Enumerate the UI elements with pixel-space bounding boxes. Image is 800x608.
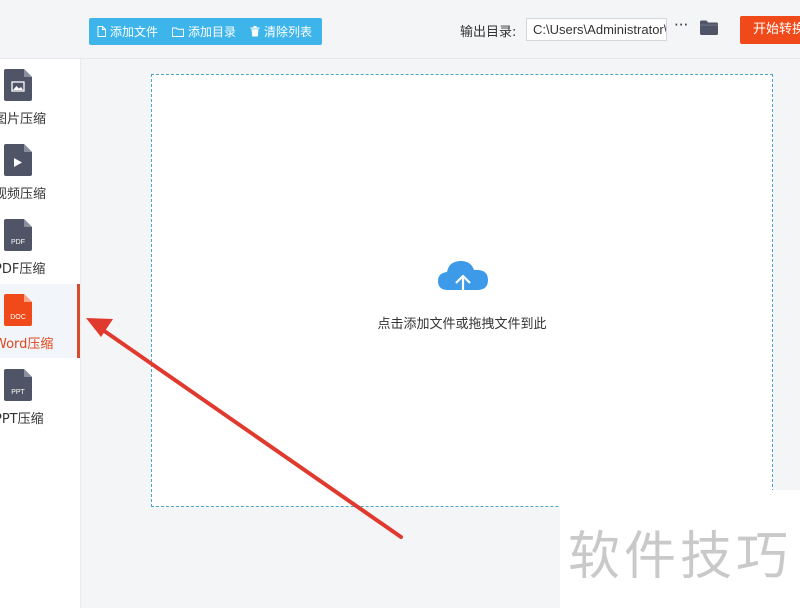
- add-file-button[interactable]: 添加文件: [97, 23, 158, 40]
- file-icon: [97, 26, 106, 37]
- sidebar: 图片压缩 视频压缩 PDF PDF压缩 DOC Word压缩 PPT: [0, 59, 80, 608]
- folder-icon: [700, 20, 718, 35]
- sidebar-item-pdf-compress[interactable]: PDF PDF压缩: [0, 209, 80, 283]
- file-toolbar: 添加文件 添加目录 清除列表: [89, 18, 322, 45]
- drop-hint-text: 点击添加文件或拖拽文件到此: [377, 317, 547, 332]
- sidebar-item-video-compress[interactable]: 视频压缩: [0, 134, 80, 208]
- doc-icon-text: DOC: [10, 314, 26, 321]
- sidebar-item-image-compress[interactable]: 图片压缩: [0, 59, 80, 133]
- output-dir-input[interactable]: C:\Users\Administrator\: [526, 18, 667, 41]
- folder-outline-icon: [172, 27, 185, 37]
- start-convert-button[interactable]: 开始转换: [740, 16, 800, 44]
- ppt-file-icon: PPT: [4, 369, 32, 401]
- output-dir-label: 输出目录:: [460, 25, 517, 40]
- open-folder-button[interactable]: [700, 20, 718, 39]
- add-folder-label: 添加目录: [188, 25, 237, 39]
- sidebar-item-label: Word压缩: [0, 337, 54, 352]
- sidebar-item-ppt-compress[interactable]: PPT PPT压缩: [0, 359, 80, 433]
- more-options-button[interactable]: ···: [674, 16, 688, 34]
- clear-list-label: 清除列表: [264, 25, 313, 39]
- video-file-icon: [4, 144, 32, 176]
- sidebar-item-label: 视频压缩: [0, 187, 47, 202]
- sidebar-item-label: PDF压缩: [0, 262, 46, 277]
- trash-icon: [250, 26, 260, 37]
- file-drop-zone[interactable]: 点击添加文件或拖拽文件到此: [151, 74, 773, 507]
- sidebar-item-label: 图片压缩: [0, 112, 47, 127]
- pdf-icon-text: PDF: [11, 239, 25, 246]
- pdf-file-icon: PDF: [4, 219, 32, 251]
- sidebar-item-word-compress[interactable]: DOC Word压缩: [0, 284, 80, 358]
- add-folder-button[interactable]: 添加目录: [172, 23, 236, 40]
- ppt-icon-text: PPT: [11, 389, 25, 396]
- add-file-label: 添加文件: [110, 25, 159, 39]
- sidebar-item-label: PPT压缩: [0, 412, 44, 427]
- image-file-icon: [4, 69, 32, 101]
- doc-file-icon: DOC: [4, 294, 32, 326]
- top-bar: 添加文件 添加目录 清除列表 输出目录: C:\Users\Administra…: [0, 0, 800, 59]
- cloud-upload-icon: [438, 261, 488, 299]
- clear-list-button[interactable]: 清除列表: [250, 23, 312, 40]
- watermark-text: 软件技巧: [568, 527, 793, 587]
- watermark: 软件技巧: [560, 490, 800, 608]
